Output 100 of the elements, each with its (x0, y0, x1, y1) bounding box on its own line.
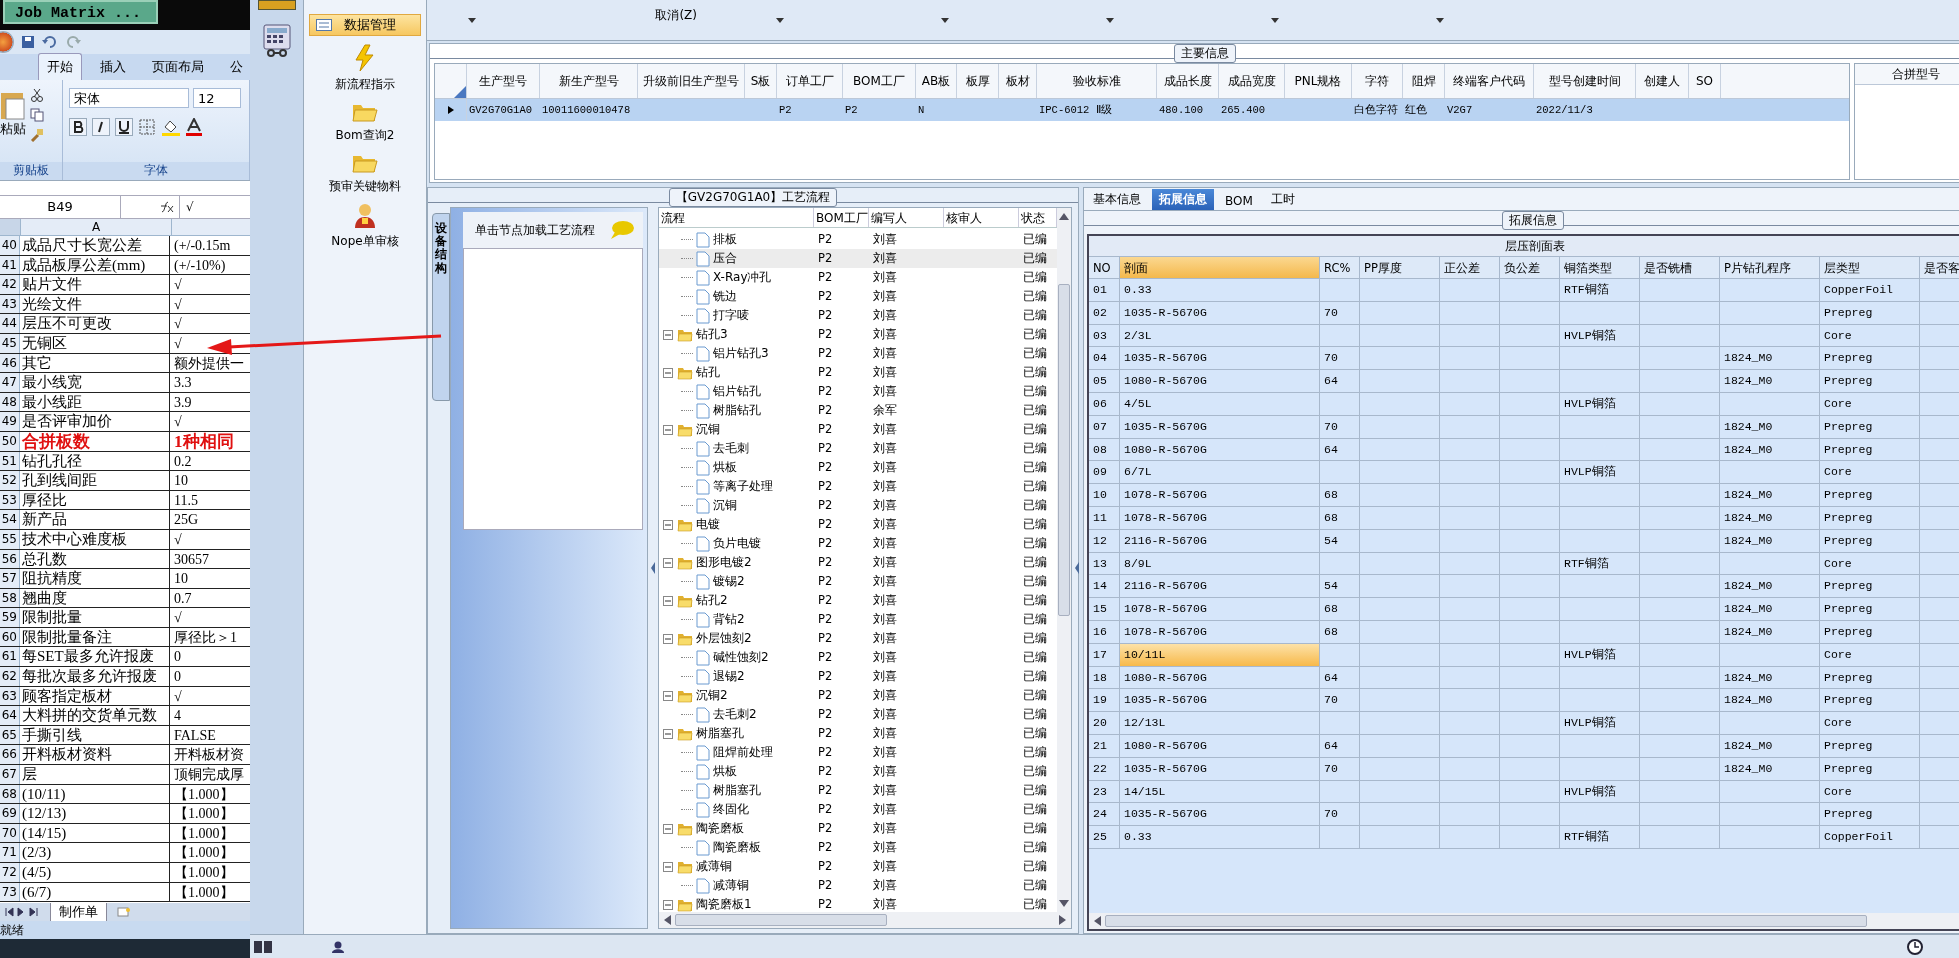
tree-row[interactable]: 排板 P2 刘喜 已编 (659, 230, 1057, 249)
column-header[interactable]: 层类型 (1820, 257, 1920, 279)
tree-row[interactable]: 钻孔 P2 刘喜 已编 (659, 363, 1057, 382)
tree-row[interactable]: 等离子处理 P2 刘喜 已编 (659, 477, 1057, 496)
tree-row[interactable]: 陶瓷磨板1 P2 刘喜 已编 (659, 895, 1057, 912)
column-header[interactable]: 板厚 (957, 64, 999, 98)
scrollbar[interactable] (659, 912, 1071, 928)
tree-row[interactable]: 碱性蚀刻2 P2 刘喜 已编 (659, 648, 1057, 667)
tab[interactable]: 基本信息 (1086, 189, 1148, 210)
column-header[interactable]: 合拼型号 (1855, 64, 1959, 85)
tab[interactable]: BOM (1218, 192, 1260, 210)
name-box[interactable]: B49 (0, 196, 121, 218)
column-header[interactable]: BOM工厂 (843, 64, 916, 98)
column-header[interactable]: 负公差 (1500, 257, 1560, 279)
toolbar-icon[interactable] (257, 0, 296, 10)
column-header[interactable]: 铜箔类型 (1560, 257, 1640, 279)
tree-row[interactable]: 陶瓷磨板 P2 刘喜 已编 (659, 819, 1057, 838)
scroll-thumb[interactable] (1105, 915, 1867, 927)
window-title-button[interactable]: Job Matrix ... (3, 0, 158, 24)
tree-row[interactable]: 压合 P2 刘喜 已编 (659, 249, 1057, 268)
column-header[interactable]: 编写人 (869, 208, 944, 227)
tree-row[interactable]: 烘板 P2 刘喜 已编 (659, 458, 1057, 477)
select-all-corner[interactable] (0, 219, 20, 235)
tool-button[interactable]: Bom查询2 (335, 101, 395, 144)
nav-item[interactable]: 数据管理 (309, 14, 421, 36)
grid-row[interactable]: GV2G70G1A0 10011600010478 P2 P2 N IPC-6012 Ⅱ级 480.100 265.400 白色字符 红色 V2G7 2022/11/3 (435, 99, 1849, 121)
column-header[interactable]: BOM工厂 (814, 208, 869, 227)
tree-row[interactable]: 减薄铜 P2 刘喜 已编 (659, 876, 1057, 895)
tree-row[interactable]: 铣边 P2 刘喜 已编 (659, 287, 1057, 306)
column-header[interactable]: 是否客 (1920, 257, 1959, 279)
column-header[interactable]: 板材 (999, 64, 1037, 98)
tree-row[interactable]: 终固化 P2 刘喜 已编 (659, 800, 1057, 819)
column-header[interactable]: P片钻孔程序 (1720, 257, 1820, 279)
ribbon-tab[interactable]: 页面布局 (144, 54, 212, 80)
tree-row[interactable]: 减薄铜 P2 刘喜 已编 (659, 857, 1057, 876)
ribbon-tab[interactable]: 开始 (38, 53, 82, 80)
column-header[interactable]: SO (1689, 64, 1721, 98)
tree-row[interactable]: 铝片钻孔 P2 刘喜 已编 (659, 382, 1057, 401)
scroll-thumb[interactable] (675, 914, 887, 926)
size-field[interactable]: 12 (193, 88, 241, 108)
tree-row[interactable]: X-Ray冲孔 P2 刘喜 已编 (659, 268, 1057, 287)
column-header[interactable]: PNL规格 (1285, 64, 1352, 98)
scrollbar[interactable] (1057, 208, 1071, 912)
menu-item[interactable]: 取消(Z) (655, 7, 697, 24)
tool-button[interactable]: Nope单审核 (331, 203, 399, 250)
scroll-thumb[interactable] (1058, 284, 1070, 616)
column-header[interactable]: 升级前旧生产型号 (638, 64, 745, 98)
tree-row[interactable]: 退锡2 P2 刘喜 已编 (659, 667, 1057, 686)
tool-button[interactable]: 预审关键物料 (329, 152, 401, 195)
tree-row[interactable]: 沉铜2 P2 刘喜 已编 (659, 686, 1057, 705)
tree-row[interactable]: 钻孔2 P2 刘喜 已编 (659, 591, 1057, 610)
column-header[interactable]: 创建人 (1636, 64, 1689, 98)
scrollbar[interactable] (1089, 913, 1959, 929)
side-tab[interactable]: 设备结构 (432, 213, 450, 401)
column-header[interactable]: 字符 (1352, 64, 1403, 98)
tree-row[interactable]: 烘板 P2 刘喜 已编 (659, 762, 1057, 781)
tree-row[interactable]: 钻孔3 P2 刘喜 已编 (659, 325, 1057, 344)
tab[interactable]: 拓展信息 (1152, 189, 1214, 210)
sheet-tab[interactable]: 制作单 (50, 902, 107, 922)
column-header[interactable]: PP厚度 (1360, 257, 1440, 279)
tree-row[interactable]: 树脂塞孔 P2 刘喜 已编 (659, 781, 1057, 800)
column-header[interactable]: 生产型号 (467, 64, 540, 98)
tree-row[interactable]: 树脂塞孔 P2 刘喜 已编 (659, 724, 1057, 743)
tree-row[interactable]: 镀锡2 P2 刘喜 已编 (659, 572, 1057, 591)
tree-row[interactable]: 阻焊前处理 P2 刘喜 已编 (659, 743, 1057, 762)
column-header[interactable]: S板 (745, 64, 777, 98)
tree-row[interactable]: 去毛刺 P2 刘喜 已编 (659, 439, 1057, 458)
column-header[interactable]: 阻焊 (1403, 64, 1445, 98)
column-header[interactable]: RC% (1320, 257, 1360, 279)
tree-row[interactable]: 树脂钻孔 P2 余军 已编 (659, 401, 1057, 420)
tool-button[interactable]: 新流程指示 (335, 44, 395, 93)
column-header[interactable]: 成品宽度 (1219, 64, 1285, 98)
tree-row[interactable]: 图形电镀2 P2 刘喜 已编 (659, 553, 1057, 572)
tree-row[interactable]: 电镀 P2 刘喜 已编 (659, 515, 1057, 534)
column-header[interactable]: AB板 (916, 64, 957, 98)
tab[interactable]: 工时 (1263, 189, 1302, 210)
font-field[interactable]: 宋体 (69, 88, 189, 108)
tree-row[interactable]: 背钻2 P2 刘喜 已编 (659, 610, 1057, 629)
tree-row[interactable]: 陶瓷磨板 P2 刘喜 已编 (659, 838, 1057, 857)
tree-row[interactable]: 沉铜 P2 刘喜 已编 (659, 496, 1057, 515)
paste-button[interactable]: 粘贴 (0, 80, 28, 162)
tree-row[interactable]: 负片电镀 P2 刘喜 已编 (659, 534, 1057, 553)
column-header[interactable]: 流程 (659, 208, 814, 227)
ribbon-tab[interactable]: 插入 (92, 54, 134, 80)
column-header[interactable]: 核审人 (944, 208, 1019, 227)
column-header[interactable]: 剖面 (1120, 257, 1320, 279)
ribbon-tab[interactable]: 公 (222, 54, 250, 80)
column-header[interactable]: 成品长度 (1157, 64, 1219, 98)
column-header[interactable]: 终端客户代码 (1445, 64, 1534, 98)
tree-row[interactable]: 打字唛 P2 刘喜 已编 (659, 306, 1057, 325)
column-header[interactable]: 正公差 (1440, 257, 1500, 279)
column-header[interactable]: 验收标准 (1037, 64, 1157, 98)
tree-row[interactable]: 外层蚀刻2 P2 刘喜 已编 (659, 629, 1057, 648)
column-header[interactable]: 订单工厂 (777, 64, 843, 98)
tree-row[interactable]: 沉铜 P2 刘喜 已编 (659, 420, 1057, 439)
tree-row[interactable]: 铝片钻孔3 P2 刘喜 已编 (659, 344, 1057, 363)
column-header[interactable]: 新生产型号 (540, 64, 638, 98)
column-header[interactable]: 型号创建时间 (1534, 64, 1636, 98)
tree-row[interactable]: 去毛刺2 P2 刘喜 已编 (659, 705, 1057, 724)
column-header[interactable]: 是否铣槽 (1640, 257, 1720, 279)
